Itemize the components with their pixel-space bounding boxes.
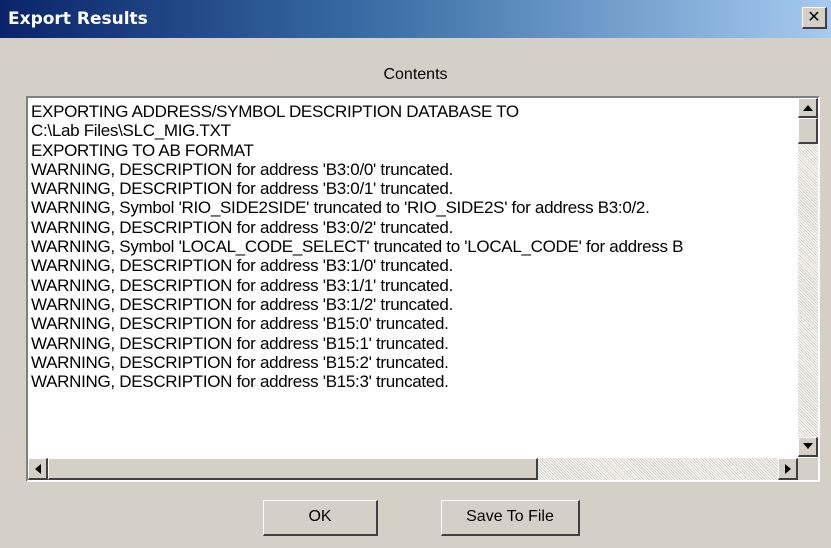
- log-lines: EXPORTING ADDRESS/SYMBOL DESCRIPTION DAT…: [31, 102, 791, 457]
- vertical-scrollbar[interactable]: [798, 98, 818, 457]
- log-line: WARNING, DESCRIPTION for address 'B3:1/0…: [31, 256, 454, 276]
- save-to-file-button[interactable]: Save To File: [441, 500, 580, 536]
- log-line: WARNING, DESCRIPTION for address 'B15:1'…: [31, 333, 449, 353]
- arrow-up-icon: [803, 105, 813, 111]
- close-button[interactable]: ✕: [802, 7, 827, 29]
- log-line: WARNING, DESCRIPTION for address 'B3:0/1…: [31, 179, 454, 199]
- horizontal-scrollbar[interactable]: [28, 458, 798, 480]
- scrollbar-corner: [798, 458, 818, 480]
- arrow-left-icon: [35, 464, 41, 474]
- scroll-left-button[interactable]: [28, 458, 48, 480]
- scroll-down-button[interactable]: [798, 437, 818, 457]
- contents-label: Contents: [383, 66, 448, 83]
- ok-button[interactable]: OK: [263, 500, 378, 536]
- log-line: WARNING, DESCRIPTION for address 'B15:0'…: [31, 314, 449, 334]
- log-line: WARNING, DESCRIPTION for address 'B3:1/2…: [31, 294, 454, 314]
- log-line: WARNING, Symbol 'RIO_SIDE2SIDE' truncate…: [31, 198, 650, 218]
- title-bar[interactable]: Export Results ✕: [0, 0, 831, 38]
- log-line: EXPORTING ADDRESS/SYMBOL DESCRIPTION DAT…: [31, 102, 519, 121]
- dialog-title: Export Results: [8, 9, 148, 29]
- scroll-up-button[interactable]: [798, 98, 818, 118]
- log-line: WARNING, DESCRIPTION for address 'B3:1/1…: [31, 275, 454, 295]
- export-results-dialog: Export Results ✕ Contents EXPORTING ADDR…: [0, 0, 831, 548]
- log-line: WARNING, DESCRIPTION for address 'B3:0/2…: [31, 217, 454, 237]
- log-line: WARNING, DESCRIPTION for address 'B15:3'…: [31, 372, 449, 392]
- log-line: WARNING, DESCRIPTION for address 'B3:0/0…: [31, 159, 454, 179]
- results-listbox[interactable]: EXPORTING ADDRESS/SYMBOL DESCRIPTION DAT…: [26, 96, 820, 482]
- log-line: WARNING, Symbol 'LOCAL_CODE_SELECT' trun…: [31, 237, 684, 257]
- close-icon: ✕: [807, 7, 821, 26]
- arrow-down-icon: [803, 443, 813, 449]
- log-line: C:\Lab Files\SLC_MIG.TXT: [31, 121, 231, 141]
- log-line: EXPORTING TO AB FORMAT: [31, 140, 254, 160]
- arrow-right-icon: [785, 464, 791, 474]
- horizontal-scroll-thumb[interactable]: [48, 458, 538, 480]
- scroll-right-button[interactable]: [778, 458, 798, 480]
- vertical-scroll-thumb[interactable]: [798, 118, 818, 144]
- log-line: WARNING, DESCRIPTION for address 'B15:2'…: [31, 352, 449, 372]
